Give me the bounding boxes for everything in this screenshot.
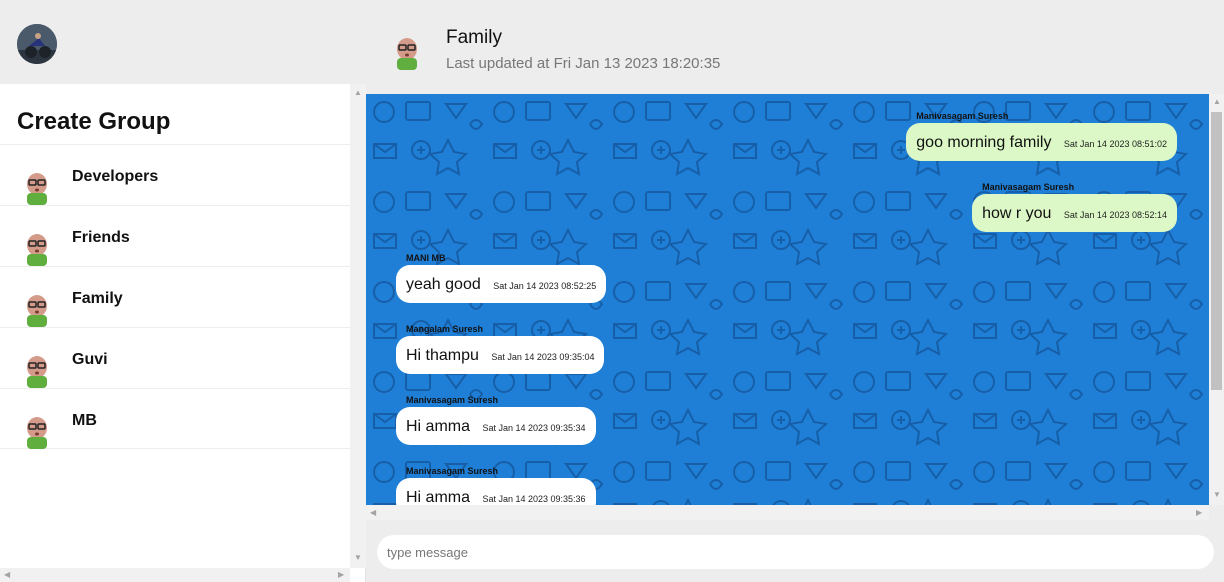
group-avatar-icon [22,169,52,205]
message-text: Hi amma [406,489,471,505]
message-author: Manivasagam Suresh [406,395,499,405]
group-avatar-icon [22,230,52,266]
group-avatar-icon [22,413,52,449]
message-timestamp: Sat Jan 14 2023 08:52:25 [493,281,597,291]
message-author: Manivasagam Suresh [406,466,499,476]
message-timestamp: Sat Jan 14 2023 09:35:04 [491,352,595,362]
message-author: Manivasagam Suresh [982,182,1075,192]
message-item: Manivasagam Suresh Hi amma Sat Jan 14 20… [396,466,596,505]
sidebar-vertical-scrollbar[interactable]: ▲ ▼ [350,84,366,568]
message-timestamp: Sat Jan 14 2023 08:52:14 [1063,210,1167,220]
message-text: goo morning family [916,134,1052,151]
scroll-left-arrow-icon[interactable]: ◀ [370,509,376,517]
scroll-up-arrow-icon[interactable]: ▲ [1213,98,1221,106]
message-bubble-incoming[interactable]: yeah good Sat Jan 14 2023 08:52:25 [396,265,607,303]
sidebar: Create Group Developers Friends Family G… [0,0,366,582]
message-text: how r you [982,205,1052,222]
message-item: Manivasagam Suresh how r you Sat Jan 14 … [972,182,1177,232]
message-item: Manivasagam Suresh Hi amma Sat Jan 14 20… [396,395,596,445]
message-item: MANI MB yeah good Sat Jan 14 2023 08:52:… [396,253,607,303]
scroll-up-arrow-icon[interactable]: ▲ [354,89,362,97]
scroll-right-arrow-icon[interactable]: ▶ [1196,509,1202,517]
message-item: Manivasagam Suresh goo morning family Sa… [906,111,1177,161]
group-item-developers[interactable]: Developers [0,144,350,205]
message-composer [366,520,1224,582]
scroll-down-arrow-icon[interactable]: ▼ [354,554,362,562]
group-name: Family [72,290,123,307]
scrollbar-thumb[interactable] [1211,112,1222,390]
sidebar-header [0,0,366,84]
message-author: Mangalam Suresh [406,324,484,334]
message-timestamp: Sat Jan 14 2023 09:35:34 [482,423,586,433]
chat-header: Family Last updated at Fri Jan 13 2023 1… [366,0,1224,94]
chat-last-updated: Last updated at Fri Jan 13 2023 18:20:35 [446,55,721,72]
message-text: yeah good [406,276,481,293]
group-item-family[interactable]: Family [0,266,350,327]
message-bubble-incoming[interactable]: Hi amma Sat Jan 14 2023 09:35:34 [396,407,596,445]
message-author: Manivasagam Suresh [916,111,1009,121]
message-text: Hi thampu [406,347,479,364]
message-bubble-outgoing[interactable]: goo morning family Sat Jan 14 2023 08:51… [906,123,1177,161]
sidebar-body: Create Group Developers Friends Family G… [0,84,350,568]
message-bubble-incoming[interactable]: Hi thampu Sat Jan 14 2023 09:35:04 [396,336,605,374]
group-avatar-icon [22,291,52,327]
group-item-mb[interactable]: MB [0,388,350,449]
chat-pane: Family Last updated at Fri Jan 13 2023 1… [366,0,1224,582]
group-name: Guvi [72,351,108,368]
chat-group-avatar-icon [392,34,422,70]
scroll-right-arrow-icon[interactable]: ▶ [338,571,344,579]
group-name: Developers [72,168,159,185]
message-item: Mangalam Suresh Hi thampu Sat Jan 14 202… [396,324,605,374]
group-avatar-icon [22,352,52,388]
group-name: Friends [72,229,130,246]
chat-app: Create Group Developers Friends Family G… [0,0,1224,582]
group-name: MB [72,412,97,429]
chat-title: Family [446,27,502,48]
message-timestamp: Sat Jan 14 2023 08:51:02 [1063,139,1167,149]
message-author: MANI MB [406,253,446,263]
group-item-friends[interactable]: Friends [0,205,350,266]
message-timestamp: Sat Jan 14 2023 09:35:36 [482,494,586,504]
create-group-button[interactable]: Create Group [17,108,170,136]
scroll-left-arrow-icon[interactable]: ◀ [4,571,10,579]
group-item-guvi[interactable]: Guvi [0,327,350,388]
message-text: Hi amma [406,418,471,435]
messages-vertical-scrollbar[interactable]: ▲ ▼ [1209,94,1224,505]
message-bubble-incoming[interactable]: Hi amma Sat Jan 14 2023 09:35:36 [396,478,596,505]
message-list[interactable]: Manivasagam Suresh goo morning family Sa… [366,94,1209,505]
sidebar-horizontal-scrollbar[interactable]: ◀ ▶ [0,568,350,582]
group-list: Developers Friends Family Guvi MB [0,144,350,449]
message-input[interactable] [377,535,1214,569]
messages-horizontal-scrollbar[interactable]: ◀ ▶ [366,505,1209,520]
message-bubble-outgoing[interactable]: how r you Sat Jan 14 2023 08:52:14 [972,194,1177,232]
scroll-down-arrow-icon[interactable]: ▼ [1213,491,1221,499]
profile-avatar[interactable] [17,24,57,64]
